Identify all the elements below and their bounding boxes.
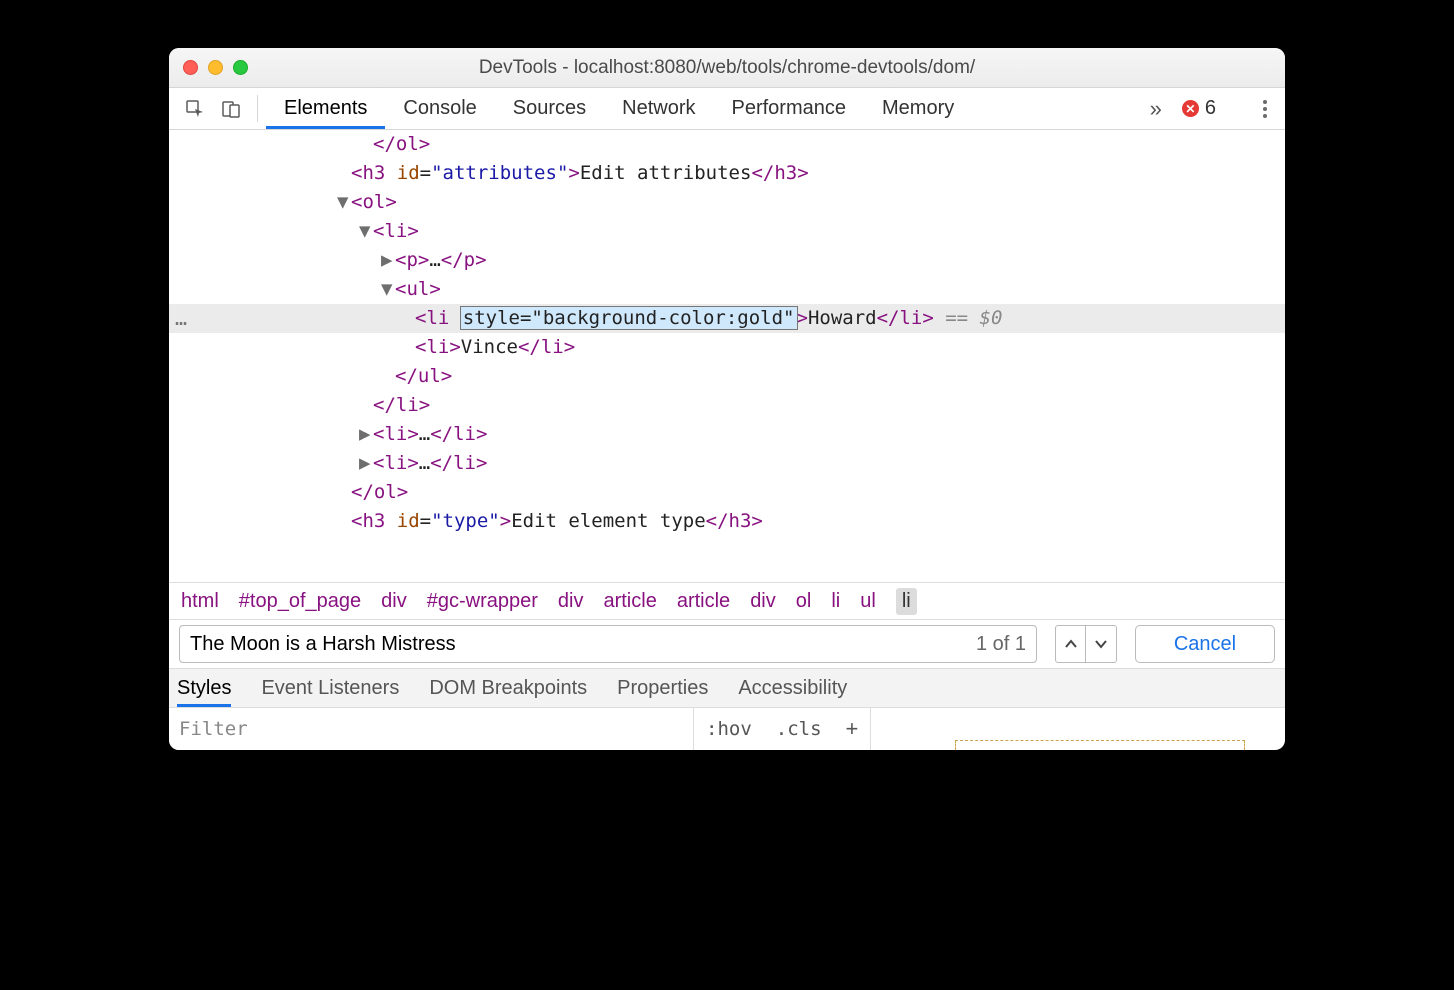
inspect-element-icon[interactable] bbox=[177, 88, 213, 129]
dom-node[interactable]: …<li style="background-color:gold">Howar… bbox=[169, 304, 1285, 333]
search-result-count: 1 of 1 bbox=[976, 633, 1032, 656]
box-model-margin-preview bbox=[955, 740, 1245, 750]
tab-elements[interactable]: Elements bbox=[266, 88, 385, 129]
breadcrumb-item[interactable]: #top_of_page bbox=[239, 590, 361, 613]
search-field-container: 1 of 1 bbox=[179, 625, 1037, 663]
styles-subtabs: Styles Event Listeners DOM Breakpoints Prop… bbox=[169, 668, 1285, 708]
error-count: 6 bbox=[1205, 97, 1216, 120]
dom-node[interactable]: ▼<ol> bbox=[169, 188, 1285, 217]
collapsed-indicator-icon: … bbox=[175, 304, 187, 333]
breadcrumb-item[interactable]: li bbox=[831, 590, 840, 613]
dom-node[interactable]: ▼<ul> bbox=[169, 275, 1285, 304]
attribute-edit-box[interactable]: style="background-color:gold" bbox=[461, 307, 797, 329]
devtools-window: DevTools - localhost:8080/web/tools/chro… bbox=[169, 48, 1285, 750]
error-icon: ✕ bbox=[1182, 100, 1199, 117]
dom-node[interactable]: <h3 id="type">Edit element type</h3> bbox=[169, 507, 1285, 536]
tab-sources[interactable]: Sources bbox=[495, 88, 604, 129]
breadcrumb-item[interactable]: div bbox=[750, 590, 776, 613]
window-title: DevTools - localhost:8080/web/tools/chro… bbox=[169, 57, 1285, 79]
tab-memory[interactable]: Memory bbox=[864, 88, 972, 129]
dom-node[interactable]: <h3 id="attributes">Edit attributes</h3> bbox=[169, 159, 1285, 188]
search-bar: 1 of 1 Cancel bbox=[169, 620, 1285, 668]
disclosure-triangle-icon[interactable]: ▶ bbox=[381, 246, 395, 275]
devtools-toolbar: ElementsConsoleSourcesNetworkPerformance… bbox=[169, 88, 1285, 130]
disclosure-triangle-icon[interactable]: ▼ bbox=[359, 217, 373, 246]
zoom-window-button[interactable] bbox=[233, 60, 248, 75]
traffic-lights bbox=[169, 60, 248, 75]
dom-node[interactable]: </ol> bbox=[169, 478, 1285, 507]
device-toolbar-icon[interactable] bbox=[213, 88, 249, 129]
styles-filter-input[interactable] bbox=[169, 708, 693, 750]
breadcrumb-item[interactable]: div bbox=[381, 590, 407, 613]
breadcrumb-item[interactable]: html bbox=[181, 590, 219, 613]
tab-console[interactable]: Console bbox=[385, 88, 494, 129]
breadcrumb-item[interactable]: article bbox=[677, 590, 730, 613]
panel-tabs: ElementsConsoleSourcesNetworkPerformance… bbox=[266, 88, 1142, 129]
tab-network[interactable]: Network bbox=[604, 88, 713, 129]
window-titlebar: DevTools - localhost:8080/web/tools/chro… bbox=[169, 48, 1285, 88]
subtab-dom-breakpoints[interactable]: DOM Breakpoints bbox=[429, 669, 587, 707]
breadcrumb-item[interactable]: div bbox=[558, 590, 584, 613]
breadcrumb-item[interactable]: #gc-wrapper bbox=[427, 590, 538, 613]
dom-node[interactable]: ▼<li> bbox=[169, 217, 1285, 246]
dom-node[interactable]: </ol> bbox=[169, 130, 1285, 159]
subtab-styles[interactable]: Styles bbox=[177, 669, 231, 707]
disclosure-triangle-icon[interactable]: ▶ bbox=[359, 449, 373, 478]
search-next-button[interactable] bbox=[1086, 626, 1116, 662]
search-input[interactable] bbox=[190, 633, 976, 656]
settings-menu-icon[interactable] bbox=[1257, 100, 1273, 118]
dom-node[interactable]: ▶<li>…</li> bbox=[169, 449, 1285, 478]
error-count-badge[interactable]: ✕ 6 bbox=[1182, 97, 1216, 120]
breadcrumb-item[interactable]: ul bbox=[860, 590, 876, 613]
tab-performance[interactable]: Performance bbox=[714, 88, 865, 129]
dom-node[interactable]: <li>Vince</li> bbox=[169, 333, 1285, 362]
subtab-event-listeners[interactable]: Event Listeners bbox=[261, 669, 399, 707]
elements-dom-tree[interactable]: ▶<li>…</li></ol><h3 id="attributes">Edit… bbox=[169, 130, 1285, 582]
disclosure-triangle-icon[interactable]: ▼ bbox=[337, 188, 351, 217]
dom-breadcrumb: html #top_of_page div #gc-wrapper div article… bbox=[169, 582, 1285, 620]
subtab-properties[interactable]: Properties bbox=[617, 669, 708, 707]
close-window-button[interactable] bbox=[183, 60, 198, 75]
breadcrumb-item[interactable]: article bbox=[603, 590, 656, 613]
breadcrumb-item[interactable]: li bbox=[896, 588, 917, 615]
styles-toolbar: :hov .cls + bbox=[169, 708, 1285, 750]
dom-node[interactable]: ▶<p>…</p> bbox=[169, 246, 1285, 275]
dom-node[interactable]: ▶<li>…</li> bbox=[169, 420, 1285, 449]
overflow-tabs-icon[interactable]: » bbox=[1142, 96, 1170, 122]
disclosure-triangle-icon[interactable]: ▼ bbox=[381, 275, 395, 304]
cancel-button[interactable]: Cancel bbox=[1135, 625, 1275, 663]
toggle-hov-button[interactable]: :hov bbox=[694, 708, 764, 750]
dom-node[interactable]: </ul> bbox=[169, 362, 1285, 391]
subtab-accessibility[interactable]: Accessibility bbox=[738, 669, 847, 707]
search-nav-buttons bbox=[1055, 625, 1117, 663]
dom-node[interactable]: </li> bbox=[169, 391, 1285, 420]
breadcrumb-item[interactable]: ol bbox=[796, 590, 812, 613]
search-prev-button[interactable] bbox=[1056, 626, 1086, 662]
toggle-cls-button[interactable]: .cls bbox=[764, 708, 834, 750]
minimize-window-button[interactable] bbox=[208, 60, 223, 75]
disclosure-triangle-icon[interactable]: ▶ bbox=[359, 420, 373, 449]
toolbar-separator bbox=[257, 95, 258, 122]
styles-preview-area bbox=[871, 708, 1285, 750]
new-style-rule-button[interactable]: + bbox=[834, 708, 872, 750]
